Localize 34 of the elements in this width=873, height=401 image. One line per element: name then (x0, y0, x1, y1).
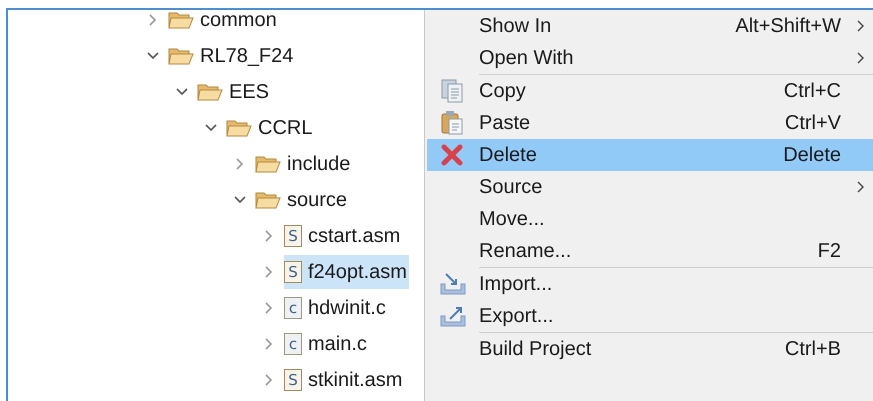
tree-item[interactable]: common (168, 10, 279, 37)
tree-item[interactable]: S stkinit.asm (284, 363, 404, 397)
menu-item[interactable]: Build Project Ctrl+B (427, 333, 873, 365)
folder-icon (226, 118, 252, 138)
tree-item[interactable]: S cstart.asm (284, 219, 402, 253)
menu-item[interactable]: Delete Delete (427, 139, 873, 171)
tree-item[interactable]: source (255, 183, 350, 217)
tray-arrow-in-icon (440, 271, 466, 297)
folder-icon (168, 10, 194, 30)
asm-file-icon: S (284, 369, 302, 391)
asm-file-icon: S (284, 225, 302, 247)
asm-file-icon: S (284, 261, 302, 283)
menu-item[interactable]: Source (427, 171, 873, 203)
menu-item[interactable]: Show In Alt+Shift+W (427, 10, 873, 42)
folder-icon (197, 82, 223, 102)
c-file-icon: c (284, 297, 302, 319)
menu-item[interactable]: Copy Ctrl+C (427, 75, 873, 107)
folder-icon (168, 46, 194, 66)
tree-item[interactable]: EES (197, 75, 272, 109)
folder-icon (255, 190, 281, 210)
menu-item[interactable]: Rename... F2 (427, 235, 873, 267)
c-file-icon: c (284, 333, 302, 355)
tree-item[interactable]: include (255, 147, 352, 181)
tree-item[interactable]: c hdwinit.c (284, 291, 388, 325)
tree-item[interactable]: RL78_F24 (168, 39, 296, 73)
menu-item[interactable]: Import... (427, 268, 873, 300)
tree-item[interactable]: CCRL (226, 111, 314, 145)
menu-item[interactable]: Open With (427, 42, 873, 74)
menu-item[interactable]: Move... (427, 203, 873, 235)
folder-icon (255, 154, 281, 174)
tree-item[interactable]: c main.c (284, 327, 369, 361)
tree-item[interactable]: S f24opt.asm (284, 255, 409, 289)
menu-item[interactable]: Export... (427, 300, 873, 332)
menu-item[interactable]: Paste Ctrl+V (427, 107, 873, 139)
